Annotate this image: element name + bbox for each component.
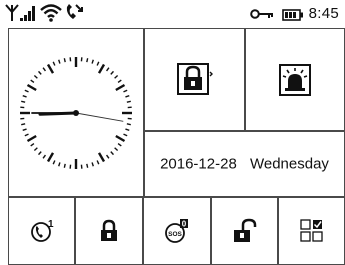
arm-lock-icon xyxy=(176,62,213,95)
antenna-icon xyxy=(5,4,19,27)
clock-hour-tick xyxy=(46,151,55,162)
clock-minute-tick xyxy=(63,163,66,168)
clock-minute-tick xyxy=(30,79,35,83)
lock-tile[interactable] xyxy=(75,197,143,265)
clock-minute-tick xyxy=(105,66,110,71)
call-tile[interactable]: 1 xyxy=(8,197,75,265)
clock-minute-tick xyxy=(86,57,89,62)
clock-minute-tick xyxy=(114,146,119,151)
clock-minute-tick xyxy=(117,79,122,83)
home-tile-grid: 2016-12-28 Wednesday 1 SOS 0 xyxy=(8,28,345,265)
clock-minute-tick xyxy=(30,142,35,146)
battery-icon xyxy=(282,8,304,26)
status-time: 8:45 xyxy=(308,5,339,22)
clock-minute-tick xyxy=(33,74,38,79)
checklist-tile[interactable] xyxy=(278,197,345,265)
phone-call-icon: 1 xyxy=(30,219,54,242)
clock-minute-tick xyxy=(126,100,131,103)
sos-tile[interactable]: SOS 0 xyxy=(143,197,211,265)
clock-hour-tick xyxy=(115,83,126,91)
analog-clock xyxy=(20,56,132,169)
clock-minute-tick xyxy=(123,89,128,92)
clock-minute-tick xyxy=(110,150,114,155)
clock-minute-tick xyxy=(42,66,47,71)
clock-minute-tick xyxy=(125,127,130,131)
clock-minute-tick xyxy=(91,59,94,64)
clock-minute-tick xyxy=(114,74,119,79)
call-badge: 1 xyxy=(48,219,54,230)
clock-minute-tick xyxy=(96,61,100,66)
clock-minute-tick xyxy=(21,100,26,103)
siren-alarm-icon xyxy=(279,63,311,96)
clock-hour-tick xyxy=(26,83,37,91)
clock-minute-tick xyxy=(33,146,38,151)
clock-hour-tick xyxy=(97,151,106,162)
lock-open-icon xyxy=(233,218,256,242)
clock-minute-tick xyxy=(22,94,27,98)
unlock-tile[interactable] xyxy=(211,197,278,265)
clock-center-dot xyxy=(73,109,79,116)
siren-tile[interactable] xyxy=(245,28,345,131)
date-text: 2016-12-28 Wednesday xyxy=(145,156,344,173)
date-tile: 2016-12-28 Wednesday xyxy=(144,131,345,197)
signal-strength-icon xyxy=(20,4,38,27)
svg-text:SOS: SOS xyxy=(168,231,182,238)
checklist-grid-icon xyxy=(299,219,323,242)
clock-minute-tick xyxy=(52,61,56,66)
analog-clock-tile[interactable] xyxy=(8,28,144,197)
clock-minute-tick xyxy=(125,94,130,98)
clock-minute-tick xyxy=(110,70,114,75)
clock-minute-tick xyxy=(126,122,131,125)
clock-hour-tick xyxy=(115,134,126,142)
clock-minute-tick xyxy=(96,159,100,164)
clock-hour-tick xyxy=(26,134,37,142)
clock-hour-tick xyxy=(97,63,106,74)
clock-minute-tick xyxy=(63,57,66,62)
clock-minute-tick xyxy=(58,59,61,64)
clock-minute-tick xyxy=(42,154,47,159)
clock-minute-tick xyxy=(91,161,94,166)
date-value: 2016-12-28 xyxy=(160,155,237,173)
clock-minute-tick xyxy=(22,127,27,131)
clock-minute-tick xyxy=(38,70,42,75)
arm-tile[interactable] xyxy=(144,28,245,131)
wifi-icon xyxy=(40,4,62,27)
clock-minute-tick xyxy=(52,159,56,164)
clock-second-hand xyxy=(75,112,124,122)
clock-minute-tick xyxy=(123,133,128,136)
lock-closed-icon xyxy=(101,219,117,241)
clock-minute-tick xyxy=(24,89,29,92)
sos-badge: 0 xyxy=(182,220,187,229)
clock-minute-tick xyxy=(117,142,122,146)
clock-minute-tick xyxy=(58,161,61,166)
phone-connected-icon xyxy=(64,4,86,27)
clock-minute-tick xyxy=(24,133,29,136)
weekday-value: Wednesday xyxy=(249,155,329,173)
status-bar: 8:45 xyxy=(0,0,345,28)
clock-hour-tick xyxy=(46,63,55,74)
clock-minute-tick xyxy=(38,150,42,155)
clock-minute-tick xyxy=(86,163,89,168)
key-icon xyxy=(250,7,274,25)
sos-icon: SOS 0 xyxy=(165,219,188,243)
clock-minute-tick xyxy=(105,154,110,159)
clock-minute-tick xyxy=(21,122,26,125)
